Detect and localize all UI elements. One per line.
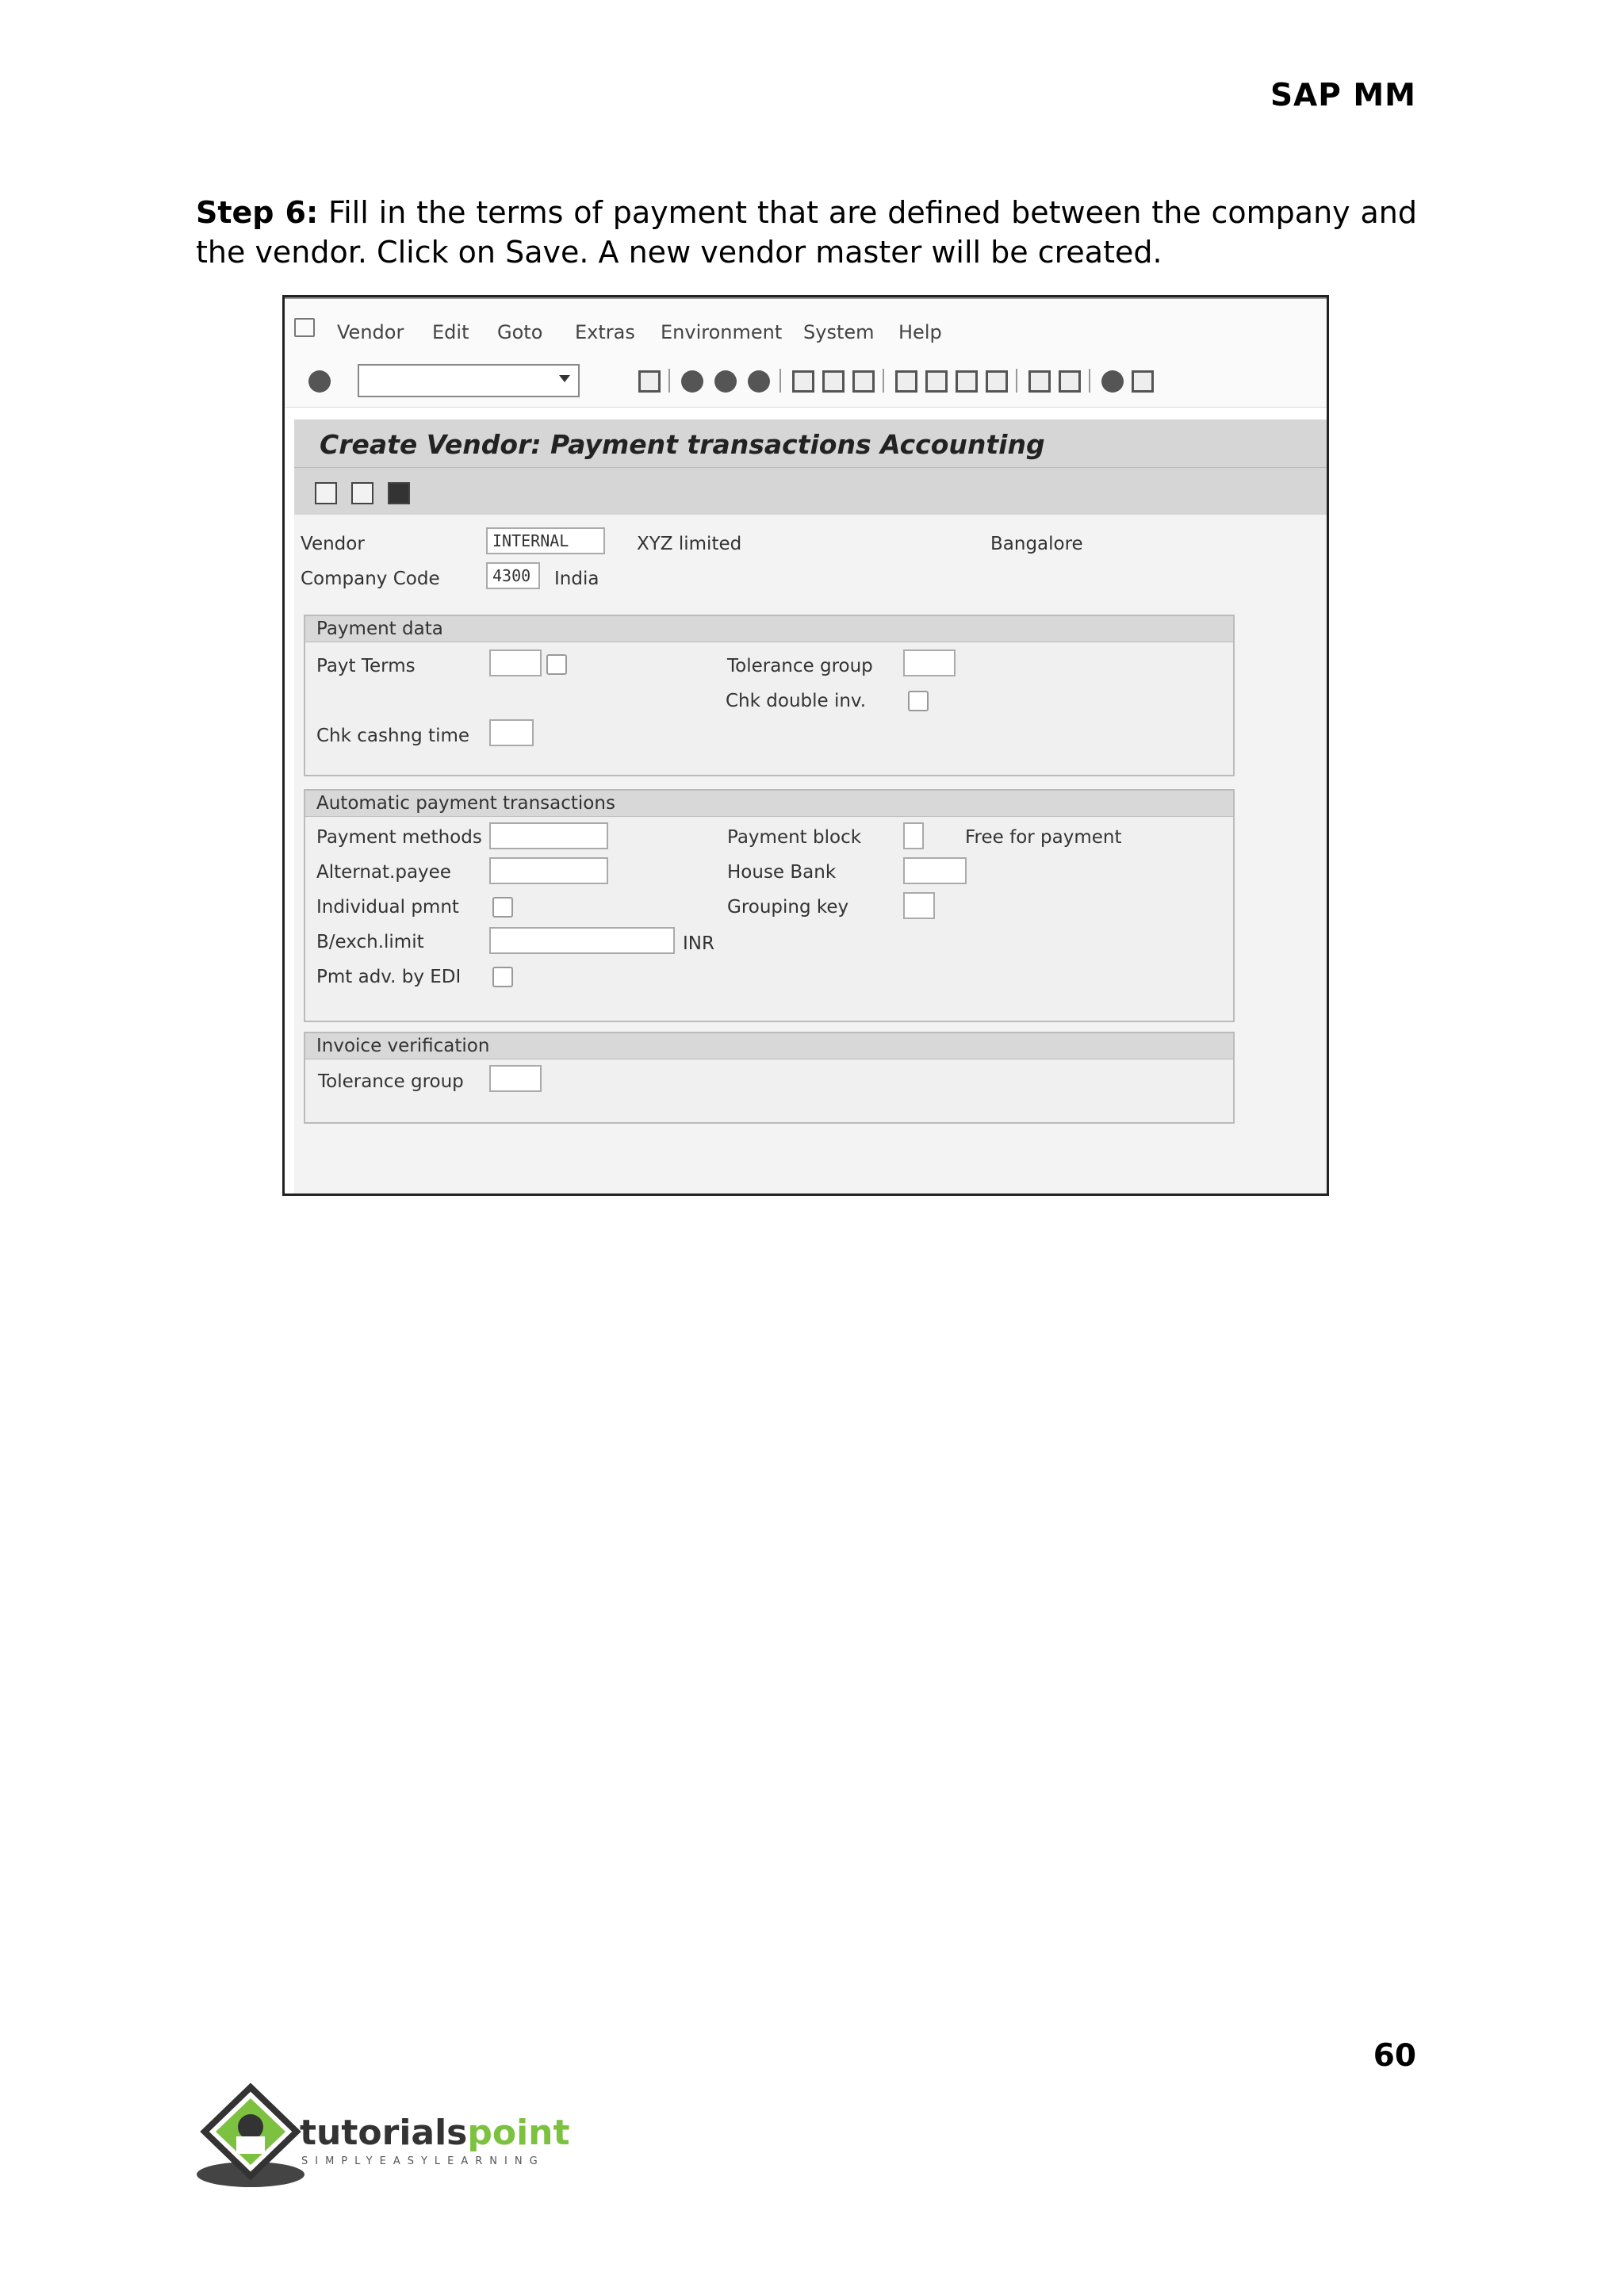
payment-methods-field[interactable] [489, 822, 608, 849]
menu-environment[interactable]: Environment [661, 321, 782, 343]
payment-methods-label: Payment methods [316, 827, 482, 848]
currency-label: INR [683, 933, 714, 954]
menu-extras[interactable]: Extras [575, 321, 635, 343]
chk-double-inv-label: Chk double inv. [726, 691, 867, 711]
tolerance-group-field[interactable] [903, 649, 956, 676]
next-screen-icon[interactable] [351, 482, 373, 504]
save-icon[interactable] [638, 370, 661, 393]
grouping-key-label: Grouping key [727, 897, 849, 918]
logo-tagline: SIMPLYEASYLEARNING [301, 2155, 545, 2167]
toolbar-separator [1016, 369, 1017, 393]
inv-tolerance-group-field[interactable] [489, 1065, 542, 1092]
group-heading: Automatic payment transactions [305, 791, 1233, 817]
document-header: SAP MM [1270, 78, 1416, 113]
sap-screenshot: Vendor Edit Goto Extras Environment Syst… [282, 295, 1329, 1196]
info-icon[interactable] [388, 482, 410, 504]
chk-cashng-time-label: Chk cashng time [316, 726, 470, 746]
invoice-verification-group: Invoice verification Tolerance group [304, 1032, 1235, 1124]
last-page-icon[interactable] [986, 370, 1008, 393]
individual-pmnt-label: Individual pmnt [316, 897, 459, 918]
logo-part-2: point [467, 2113, 570, 2153]
vendor-label: Vendor [301, 534, 365, 554]
page-number: 60 [1373, 2038, 1416, 2074]
layout-icon[interactable] [1132, 370, 1154, 393]
help-icon[interactable] [1101, 370, 1124, 393]
vendor-name: XYZ limited [637, 534, 742, 554]
menu-vendor[interactable]: Vendor [337, 321, 404, 343]
payment-block-label: Payment block [727, 827, 862, 848]
alternat-payee-label: Alternat.payee [316, 862, 451, 883]
group-heading: Invoice verification [305, 1033, 1233, 1059]
payt-terms-label: Payt Terms [316, 656, 416, 676]
house-bank-field[interactable] [903, 857, 967, 884]
step-label: Step 6: [196, 195, 319, 230]
toolbar-separator [883, 369, 884, 393]
first-page-icon[interactable] [895, 370, 917, 393]
chk-cashng-time-field[interactable] [489, 719, 534, 746]
tolerance-group-label: Tolerance group [727, 656, 873, 676]
logo-wordmark: tutorialspoint [300, 2113, 570, 2153]
grouping-key-field[interactable] [903, 892, 935, 919]
payment-block-field[interactable] [903, 822, 924, 849]
chevron-down-icon[interactable] [559, 375, 570, 382]
menu-goto[interactable]: Goto [497, 321, 542, 343]
payment-data-group: Payment data Payt Terms Tolerance group … [304, 615, 1235, 776]
alternat-payee-field[interactable] [489, 857, 608, 884]
inv-tolerance-group-label: Tolerance group [318, 1071, 464, 1092]
title-bar: Create Vendor: Payment transactions Acco… [294, 420, 1327, 467]
command-field[interactable] [358, 364, 580, 397]
new-session-icon[interactable] [1028, 370, 1051, 393]
chk-double-inv-checkbox[interactable] [908, 691, 929, 711]
screen-content: Vendor INTERNAL XYZ limited Bangalore Co… [294, 515, 1327, 1193]
next-page-icon[interactable] [956, 370, 978, 393]
tutorialspoint-logo: tutorialspoint SIMPLYEASYLEARNING [195, 2081, 570, 2192]
logo-part-1: tutorials [300, 2113, 468, 2153]
menu-help[interactable]: Help [898, 321, 942, 343]
bexch-limit-field[interactable] [489, 927, 675, 954]
previous-screen-icon[interactable] [315, 482, 337, 504]
exit-icon[interactable] [714, 370, 737, 393]
previous-page-icon[interactable] [925, 370, 948, 393]
toolbar-separator [668, 369, 670, 393]
step-text: Fill in the terms of payment that are de… [196, 195, 1417, 270]
individual-pmnt-checkbox[interactable] [492, 897, 513, 918]
page-title: Create Vendor: Payment transactions Acco… [320, 429, 1045, 460]
menu-edit[interactable]: Edit [432, 321, 469, 343]
pmt-adv-edi-checkbox[interactable] [492, 967, 513, 987]
company-country: India [554, 569, 599, 589]
enter-icon[interactable] [308, 370, 331, 393]
toolbar-separator [1089, 369, 1090, 393]
group-heading: Payment data [305, 616, 1233, 642]
company-code-field[interactable]: 4300 [486, 562, 540, 589]
find-next-icon[interactable] [852, 370, 875, 393]
logo-diamond-icon [197, 2082, 304, 2187]
back-icon[interactable] [681, 370, 703, 393]
vendor-city: Bangalore [990, 534, 1083, 554]
value-help-icon[interactable] [546, 654, 567, 675]
vendor-field[interactable]: INTERNAL [486, 527, 605, 554]
toolbar-separator [779, 369, 781, 393]
find-icon[interactable] [822, 370, 845, 393]
payment-block-text: Free for payment [965, 827, 1122, 848]
menu-bar: Vendor Edit Goto Extras Environment Syst… [285, 297, 1327, 358]
shortcut-icon[interactable] [1059, 370, 1081, 393]
print-icon[interactable] [792, 370, 814, 393]
application-toolbar [294, 467, 1327, 515]
menu-system[interactable]: System [803, 321, 875, 343]
company-code-label: Company Code [301, 569, 440, 589]
pmt-adv-edi-label: Pmt adv. by EDI [316, 967, 462, 987]
cancel-icon[interactable] [748, 370, 770, 393]
step-paragraph: Step 6: Fill in the terms of payment tha… [196, 193, 1417, 272]
menu-window-icon[interactable] [294, 318, 315, 337]
automatic-payment-group: Automatic payment transactions Payment m… [304, 789, 1235, 1022]
bexch-limit-label: B/exch.limit [316, 932, 424, 952]
payt-terms-field[interactable] [489, 649, 542, 676]
house-bank-label: House Bank [727, 862, 837, 883]
